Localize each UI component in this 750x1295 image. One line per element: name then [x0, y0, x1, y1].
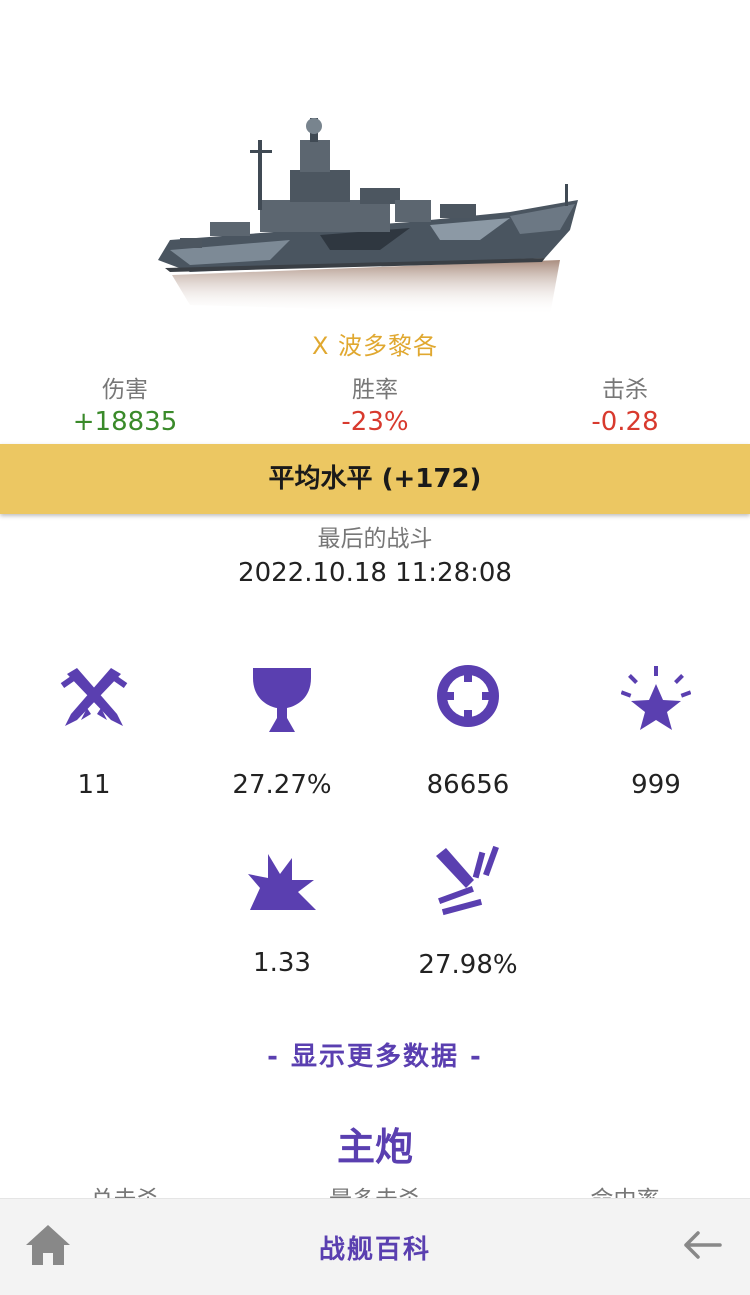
damage-stat: 伤害 +18835	[0, 374, 250, 438]
winrate-label: 胜率	[352, 377, 398, 403]
ship-image	[150, 100, 590, 315]
winrate-stat: 胜率 -23%	[250, 374, 500, 438]
hit-ratio-value: 27.98%	[418, 950, 518, 980]
last-battle-value: 2022.10.18 11:28:08	[238, 558, 512, 588]
star-burst-icon	[621, 666, 691, 730]
back-arrow-icon	[684, 1231, 722, 1259]
damage-value: +18835	[72, 407, 178, 437]
kills-value: -0.28	[591, 407, 659, 437]
ship-name: X 波多黎各	[311, 332, 439, 360]
winrate-metric: 27.27%	[188, 664, 376, 800]
avg-damage-value: 86656	[426, 770, 510, 800]
back-button[interactable]	[680, 1223, 726, 1269]
frags-metric: 1.33	[188, 848, 376, 978]
kills-stat: 击杀 -0.28	[500, 374, 750, 438]
max-exp-value: 999	[631, 770, 681, 800]
bottom-tab-bar: 战舰百科	[0, 1198, 750, 1295]
winrate-metric-value: 27.27%	[232, 770, 332, 800]
total-kills-label: 总击杀	[90, 1187, 160, 1200]
rating-banner: 平均水平 (+172)	[0, 444, 750, 514]
avg-damage-metric: 86656	[374, 664, 562, 800]
max-exp-metric: 999	[562, 664, 750, 800]
hit-rate-label: 命中率	[590, 1187, 660, 1200]
kills-label: 击杀	[602, 377, 648, 403]
tab-bar-title: 战舰百科	[318, 1235, 431, 1265]
lifebuoy-icon	[437, 665, 499, 727]
hit-ratio-metric: 27.98%	[374, 844, 562, 980]
battles-metric: 11	[0, 664, 188, 800]
last-battle-label: 最后的战斗	[317, 526, 433, 552]
max-kills-label: 最多击杀	[329, 1187, 421, 1200]
trophy-icon	[253, 668, 311, 732]
damage-label: 伤害	[102, 377, 148, 403]
shell-hit-icon	[436, 845, 499, 916]
battles-value: 11	[77, 770, 111, 800]
section-sub-labels: 总击杀 最多击杀 命中率	[0, 1180, 750, 1200]
last-battle: 最后的战斗 2022.10.18 11:28:08	[0, 522, 750, 590]
summary-stats: 伤害 +18835 胜率 -23% 击杀 -0.28	[0, 374, 750, 442]
explosion-icon	[248, 854, 316, 910]
winrate-value: -23%	[341, 407, 409, 437]
crossed-swords-icon	[60, 668, 128, 726]
section-title: 主炮	[336, 1125, 413, 1169]
frags-value: 1.33	[253, 948, 311, 978]
show-more-link[interactable]: - 显示更多数据 -	[0, 1036, 750, 1073]
